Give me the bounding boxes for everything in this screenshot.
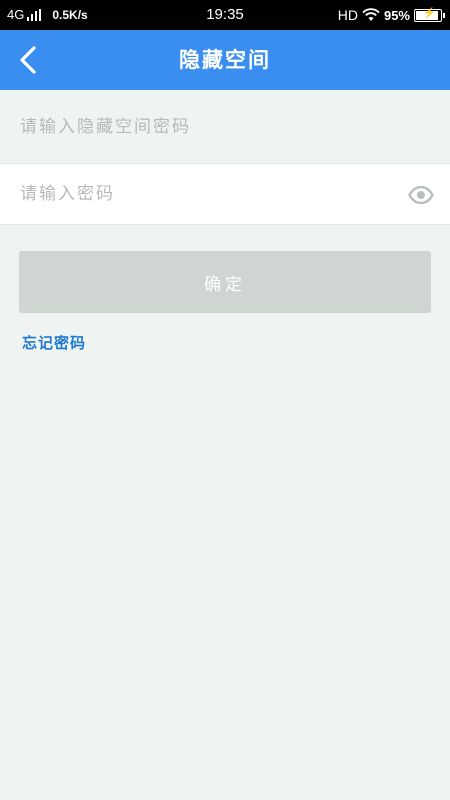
battery-icon: ⚡	[414, 7, 445, 22]
show-password-toggle[interactable]	[408, 182, 434, 208]
space-password-row	[0, 92, 450, 162]
charging-bolt-icon: ⚡	[423, 7, 436, 19]
back-button[interactable]	[10, 42, 46, 78]
confirm-button[interactable]: 确定	[19, 251, 431, 313]
password-input[interactable]	[20, 184, 380, 204]
screen: 4G 0.5K/s 19:35 HD 95% ⚡ 隐藏空间 确定 忘记密码	[0, 0, 450, 800]
battery-cap	[443, 12, 445, 18]
status-right: HD 95% ⚡	[337, 7, 445, 23]
password-row	[0, 163, 450, 225]
status-bar: 4G 0.5K/s 19:35 HD 95% ⚡	[0, 0, 450, 30]
eye-icon	[408, 186, 434, 204]
battery-percent: 95%	[383, 7, 410, 23]
forgot-password-link[interactable]: 忘记密码	[22, 332, 86, 353]
space-password-input[interactable]	[20, 117, 380, 137]
nav-bar: 隐藏空间	[0, 30, 450, 90]
chevron-left-icon	[20, 46, 36, 74]
hd-indicator: HD	[337, 7, 358, 23]
wifi-icon	[362, 8, 380, 21]
page-title: 隐藏空间	[179, 47, 271, 72]
